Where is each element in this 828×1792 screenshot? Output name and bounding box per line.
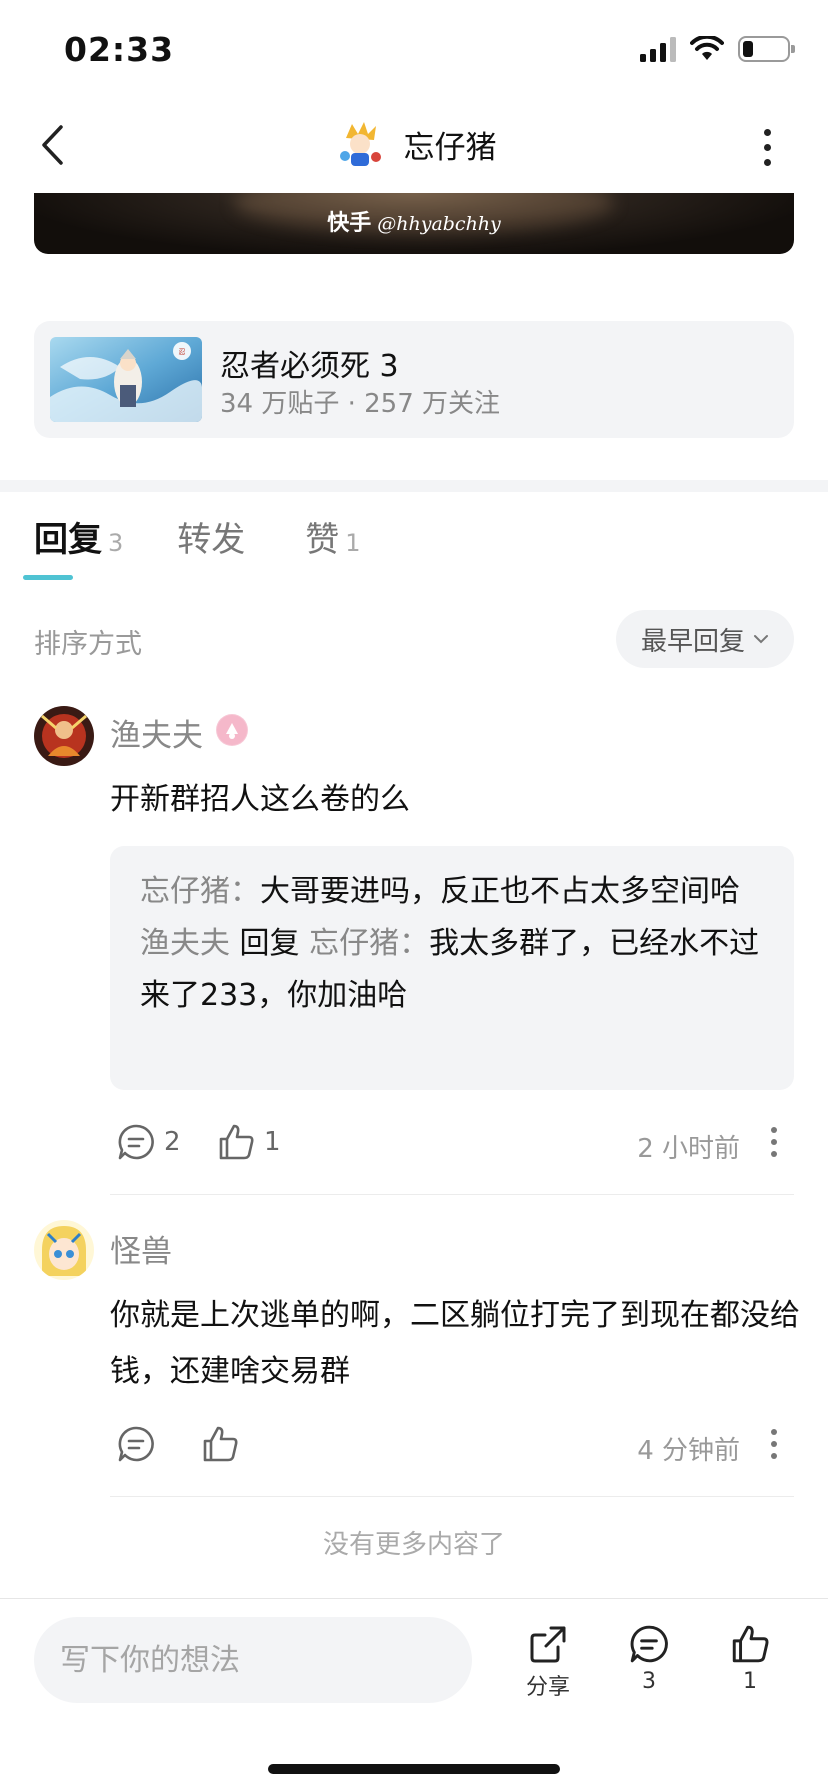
thumbs-up-icon bbox=[203, 1426, 238, 1462]
level-badge-icon bbox=[216, 714, 248, 746]
comment-time: 2 小时前 bbox=[637, 1134, 740, 1164]
chevron-down-icon bbox=[754, 635, 768, 644]
comments-count: 3 bbox=[642, 1669, 656, 1694]
nav-center: 忘仔猪 bbox=[0, 116, 828, 172]
share-label: 分享 bbox=[525, 1675, 570, 1700]
comment-more-button[interactable] bbox=[764, 1122, 784, 1162]
tab-reposts[interactable]: 转发 bbox=[177, 512, 251, 582]
comment-icon bbox=[118, 1426, 154, 1462]
reply-count: 2 bbox=[164, 1127, 181, 1157]
svg-text:忍: 忍 bbox=[179, 348, 186, 356]
bottom-bar: 分享 3 1 bbox=[0, 1598, 828, 1792]
home-indicator[interactable] bbox=[268, 1764, 560, 1774]
comment-actions: 4 分钟前 bbox=[110, 1416, 800, 1472]
comment-text: 你就是上次逃单的啊，二区躺位打完了到现在都没给钱，还建啥交易群 bbox=[110, 1298, 800, 1389]
post-media[interactable]: 快手 @hhyabchhy bbox=[34, 193, 794, 254]
nav-bar: 忘仔猪 bbox=[0, 100, 828, 192]
share-button[interactable]: 分享 bbox=[508, 1623, 588, 1701]
comment-time: 4 分钟前 bbox=[637, 1436, 740, 1466]
comment-text: 开新群招人这么卷的么 bbox=[110, 782, 410, 817]
forum-stats: 34 万贴子 · 257 万关注 bbox=[220, 389, 501, 419]
active-tab-indicator bbox=[23, 575, 73, 580]
battery-icon bbox=[738, 36, 795, 62]
sort-dropdown[interactable]: 最早回复 bbox=[616, 610, 794, 668]
forum-card[interactable]: 忍 忍者必须死 3 34 万贴子 · 257 万关注 bbox=[34, 321, 794, 438]
commenter-name[interactable]: 怪兽 bbox=[110, 1226, 172, 1271]
sort-selected: 最早回复 bbox=[640, 626, 745, 657]
wifi-icon bbox=[690, 36, 724, 60]
cellular-signal-icon bbox=[640, 36, 676, 62]
comment-input[interactable] bbox=[34, 1617, 472, 1703]
comment-actions: 2 1 2 小时前 bbox=[110, 1114, 800, 1170]
commenter-avatar[interactable] bbox=[34, 1220, 94, 1280]
comment-separator bbox=[110, 1496, 794, 1497]
thumbs-up-icon bbox=[732, 1625, 769, 1663]
comment-icon bbox=[118, 1124, 154, 1160]
like-button[interactable] bbox=[200, 1424, 240, 1464]
reply-author[interactable]: 渔夫夫 bbox=[140, 926, 230, 961]
sort-label: 排序方式 bbox=[34, 629, 142, 660]
share-icon bbox=[530, 1626, 566, 1663]
status-bar: 02:33 bbox=[0, 0, 828, 100]
reply-thread[interactable]: 忘仔猪：大哥要进吗，反正也不占太多空间哈 渔夫夫 回复 忘仔猪：我太多群了，已经… bbox=[110, 846, 794, 1090]
tab-likes[interactable]: 赞 1 bbox=[305, 512, 360, 582]
author-avatar[interactable] bbox=[331, 116, 388, 172]
more-options-button[interactable] bbox=[752, 122, 782, 172]
commenter-avatar[interactable] bbox=[34, 706, 94, 766]
reply-word: 回复 bbox=[239, 926, 300, 961]
tab-replies[interactable]: 回复 3 bbox=[34, 512, 123, 582]
like-post-button[interactable]: 1 bbox=[710, 1623, 790, 1694]
comment-icon bbox=[630, 1625, 668, 1663]
comment-separator bbox=[110, 1194, 794, 1195]
section-divider bbox=[0, 480, 828, 492]
comments-button[interactable]: 3 bbox=[609, 1623, 689, 1694]
reply-to-name[interactable]: 忘仔猪 bbox=[309, 926, 399, 961]
status-time: 02:33 bbox=[64, 30, 175, 69]
status-icons bbox=[640, 36, 795, 62]
forum-thumbnail: 忍 bbox=[50, 337, 202, 422]
like-count: 1 bbox=[264, 1127, 281, 1157]
reply-item: 忘仔猪：大哥要进吗，反正也不占太多空间哈 bbox=[140, 874, 740, 909]
post-like-count: 1 bbox=[743, 1669, 757, 1694]
commenter-name[interactable]: 渔夫夫 bbox=[110, 710, 203, 755]
comment-more-button[interactable] bbox=[764, 1424, 784, 1464]
reply-text: 大哥要进吗，反正也不占太多空间哈 bbox=[260, 874, 740, 909]
reply-author[interactable]: 忘仔猪 bbox=[140, 874, 230, 909]
reply-button[interactable]: 2 bbox=[116, 1122, 181, 1162]
media-watermark: 快手 @hhyabchhy bbox=[327, 211, 501, 236]
thumbs-up-icon bbox=[219, 1124, 254, 1160]
reply-button[interactable] bbox=[116, 1424, 156, 1464]
reply-text: 我太多群了，已经水不过来了233，你加油哈 bbox=[140, 926, 760, 1013]
page-title: 忘仔猪 bbox=[403, 129, 497, 166]
tab-bar: 回复 3 转发 赞 1 bbox=[34, 512, 415, 582]
like-button[interactable]: 1 bbox=[216, 1122, 281, 1162]
forum-name: 忍者必须死 3 bbox=[220, 349, 399, 384]
reply-item: 渔夫夫 回复 忘仔猪：我太多群了，已经水不过来了233，你加油哈 bbox=[140, 926, 760, 1013]
end-of-list-text: 没有更多内容了 bbox=[322, 1530, 505, 1560]
